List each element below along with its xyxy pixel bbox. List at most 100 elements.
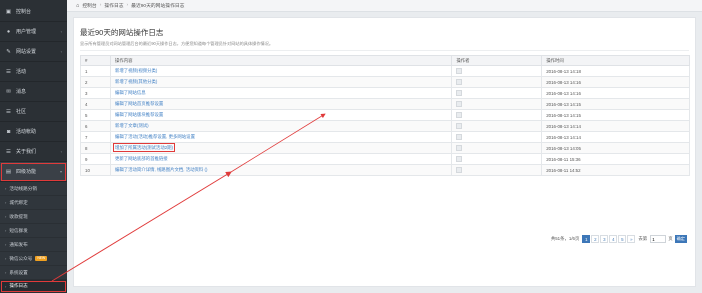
submenu-item-label: 操作日志 xyxy=(9,283,28,288)
wrench-icon: ✎ xyxy=(6,48,11,55)
table-row: 1 新增了视频(视频分类) 2016-08-13 14:18 xyxy=(80,65,690,77)
sidebar-item-activities[interactable]: ☰ 活动 xyxy=(0,62,67,82)
row-content-link-highlighted[interactable]: 增加了所属活动(测试活动2期) xyxy=(112,143,176,152)
row-time: 2016-08-11 14:52 xyxy=(541,164,690,176)
row-content-link[interactable]: 编辑了活动简介详情, 线路图片文档, 活动资料 () xyxy=(115,167,207,172)
submenu-item-sms-broadcast[interactable]: › 短信群发 xyxy=(0,224,67,238)
row-number: 4 xyxy=(80,98,111,110)
submenu-item-wechat[interactable]: › 微信公众号 NEW xyxy=(0,252,67,266)
submenu-item-notice-publish[interactable]: › 通知发布 xyxy=(0,238,67,252)
row-number: 8 xyxy=(80,142,111,154)
breadcrumb-link-log[interactable]: 操作日志 xyxy=(104,2,123,9)
sidebar-item-users[interactable]: ● 用户管理 ‹ xyxy=(0,22,67,42)
row-content-link[interactable]: 新增了视频(其他分类) xyxy=(115,79,157,84)
row-content-link[interactable]: 编辑了网站版块推荐设置 xyxy=(115,112,163,117)
sidebar-item-label: 用户管理 xyxy=(16,29,37,35)
sidebar-item-site-settings[interactable]: ✎ 网站设置 ‹ xyxy=(0,42,67,62)
submenu-item-label: 活动线路分销 xyxy=(9,185,37,191)
sidebar-item-about[interactable]: ☰ 关于我们 ‹ xyxy=(0,142,67,162)
chevron-right-icon: › xyxy=(5,242,7,247)
page-button-4[interactable]: 4 xyxy=(609,235,618,243)
submenu-item-route-distribution[interactable]: › 活动线路分销 xyxy=(0,182,67,196)
breadcrumb-current: 最近90天的网站操作日志 xyxy=(131,4,185,9)
chevron-right-icon: › xyxy=(5,228,7,233)
feature-icon: ▤ xyxy=(5,168,12,175)
operator-avatar xyxy=(456,145,463,151)
submenu-item-withdrawals[interactable]: › 收款提现 xyxy=(0,210,67,224)
table-row: 2 新增了视频(其他分类) 2016-08-13 14:16 xyxy=(80,76,690,88)
submenu-item-label: 收款提现 xyxy=(9,213,28,219)
sidebar-item-dashboard[interactable]: ▣ 控制台 xyxy=(0,2,67,22)
table-row: 4 编辑了网站首页推荐设置 2016-08-13 14:15 xyxy=(80,98,690,110)
table-row: 7 编辑了活动(活动)推荐设置, 更多网站设置 2016-08-13 14:14 xyxy=(80,131,690,143)
submenu-item-system-settings[interactable]: › 系统设置 xyxy=(0,266,67,280)
submenu-item-operation-log[interactable]: › 操作日志 xyxy=(0,280,67,293)
breadcrumb: ⌂ 控制台 › 操作日志 › 最近90天的网站操作日志 xyxy=(67,0,702,12)
row-content-link[interactable]: 更新了网站底部的首推链接 xyxy=(115,156,168,161)
goto-confirm-button[interactable]: 确定 xyxy=(674,235,687,243)
chevron-right-icon: › xyxy=(5,256,7,261)
row-content-link[interactable]: 编辑了网站首页推荐设置 xyxy=(115,101,163,106)
operator-avatar xyxy=(456,112,463,118)
community-icon: ☰ xyxy=(6,108,11,115)
submenu-item-label: 短信群发 xyxy=(9,227,28,233)
chevron-left-icon: ‹ xyxy=(60,49,62,54)
breadcrumb-separator: › xyxy=(99,3,102,8)
chevron-right-icon: › xyxy=(5,186,7,191)
submenu-item-label: 微信公众号 xyxy=(9,255,33,261)
row-number: 10 xyxy=(80,164,111,176)
row-number: 7 xyxy=(80,131,111,143)
chevron-right-icon: › xyxy=(5,283,7,289)
row-number: 3 xyxy=(80,87,111,99)
page-button-2[interactable]: 2 xyxy=(591,235,600,243)
sidebar-item-label: 社区 xyxy=(16,109,27,115)
sidebar-item-level4[interactable]: ▤ 四级功能 ▾ xyxy=(0,162,67,182)
row-time: 2016-08-13 14:18 xyxy=(541,65,690,77)
page-button-1[interactable]: 1 xyxy=(582,235,591,243)
next-page-button[interactable]: » xyxy=(627,235,636,243)
log-panel: 最近90天的网站操作日志 显示所有管理员对网站管理后台的最近90天操作日志，方便… xyxy=(73,17,696,287)
row-number: 9 xyxy=(80,153,111,165)
sidebar-item-label: 消息 xyxy=(16,89,27,95)
new-badge: NEW xyxy=(35,256,48,261)
row-content-link[interactable]: 编辑了活动(活动)推荐设置, 更多网站设置 xyxy=(115,134,195,139)
row-time: 2016-08-13 14:05 xyxy=(541,142,690,154)
page-title: 最近90天的网站操作日志 xyxy=(80,28,164,37)
goto-page-input[interactable] xyxy=(650,235,667,243)
submenu-item-label: 通知发布 xyxy=(9,241,28,247)
row-time: 2016-08-13 14:15 xyxy=(541,98,690,110)
chevron-right-icon: › xyxy=(5,270,7,275)
submenu-item-city-binding[interactable]: › 城代绑定 xyxy=(0,196,67,210)
breadcrumb-separator: › xyxy=(126,3,129,8)
row-content-link[interactable]: 新增了文章(测试) xyxy=(115,123,149,128)
row-number: 2 xyxy=(80,76,111,88)
column-header-operator: 操作者 xyxy=(451,55,543,66)
column-header-content: 操作内容 xyxy=(109,55,453,66)
sidebar-item-activity-help[interactable]: ◙ 活动帐助 xyxy=(0,122,67,142)
operator-avatar xyxy=(456,90,463,96)
page-button-3[interactable]: 3 xyxy=(600,235,609,243)
goto-unit: 页 xyxy=(668,236,673,241)
row-number: 1 xyxy=(80,65,111,77)
row-time: 2016-08-13 14:14 xyxy=(541,131,690,143)
sidebar-item-community[interactable]: ☰ 社区 xyxy=(0,102,67,122)
chevron-left-icon: ‹ xyxy=(60,29,62,34)
row-content-link[interactable]: 新增了视频(视频分类) xyxy=(115,68,157,73)
sidebar-item-label: 四级功能 xyxy=(16,169,37,175)
sidebar-item-messages[interactable]: ✉ 消息 xyxy=(0,82,67,102)
row-content-link[interactable]: 编辑了网站信息 xyxy=(115,90,146,95)
row-time: 2016-08-13 14:15 xyxy=(541,109,690,121)
chevron-right-icon: › xyxy=(5,214,7,219)
breadcrumb-link-dashboard[interactable]: 控制台 xyxy=(82,2,96,9)
sidebar: ▣ 控制台 ● 用户管理 ‹ ✎ 网站设置 ‹ ☰ 活动 ✉ 消息 ☰ 社区 ◙… xyxy=(0,0,67,293)
sidebar-item-label: 网站设置 xyxy=(16,49,37,55)
divider xyxy=(80,50,689,51)
page-button-5[interactable]: 5 xyxy=(618,235,627,243)
sidebar-item-label: 关于我们 xyxy=(16,149,37,155)
table-row: 6 新增了文章(测试) 2016-08-13 14:14 xyxy=(80,120,690,132)
table-row: 3 编辑了网站信息 2016-08-13 14:16 xyxy=(80,87,690,99)
chevron-right-icon: › xyxy=(5,200,7,205)
list-icon: ☰ xyxy=(6,68,11,75)
table-row: 9 更新了网站底部的首推链接 2016-08-11 15:36 xyxy=(80,153,690,165)
row-time: 2016-08-11 15:36 xyxy=(541,153,690,165)
